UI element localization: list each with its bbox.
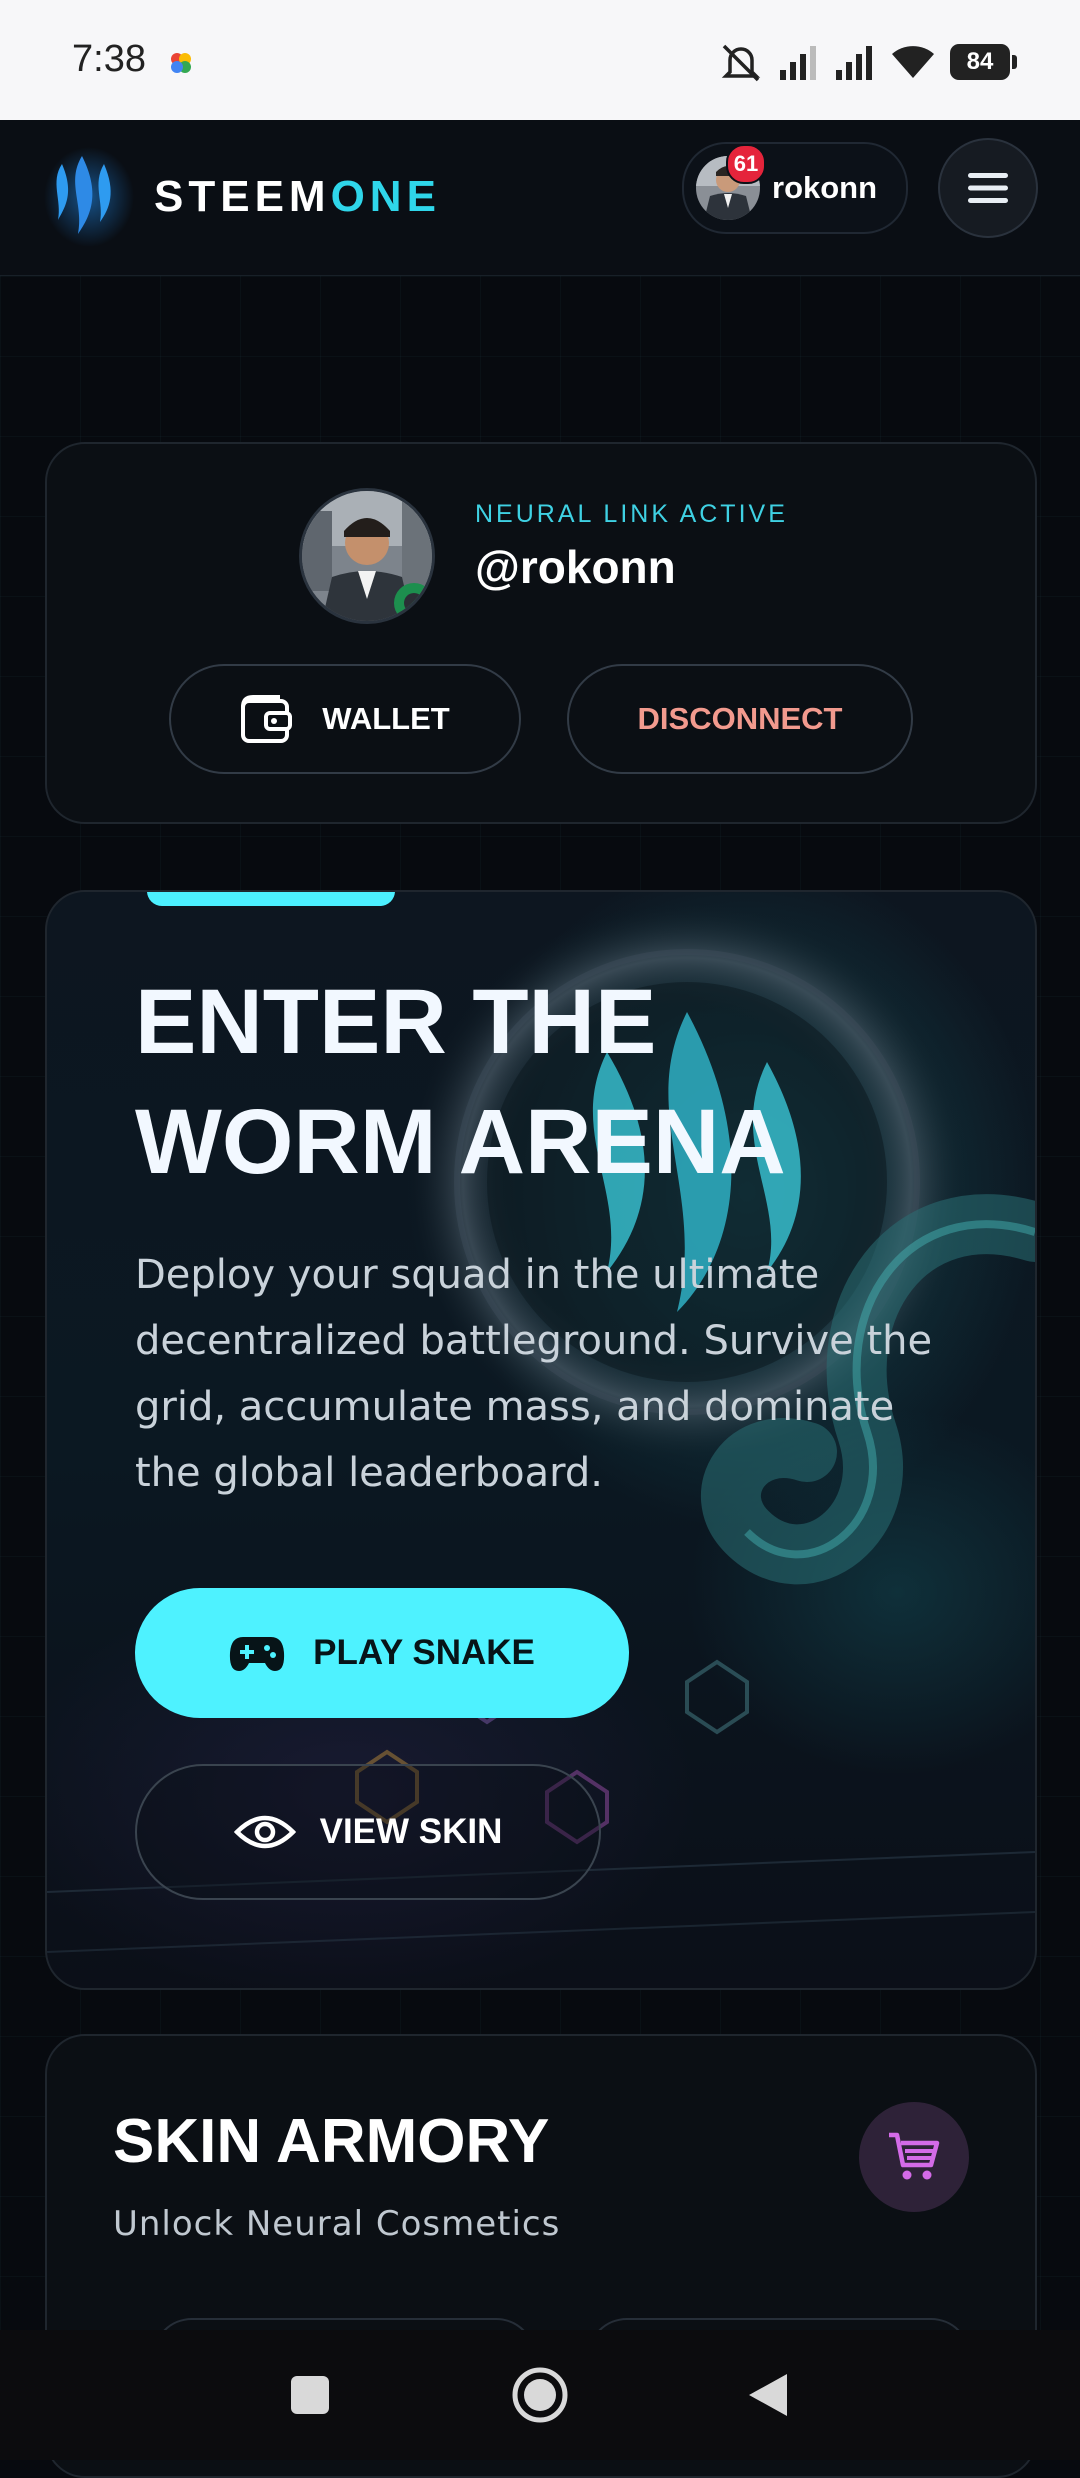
cart-button[interactable] xyxy=(859,2102,969,2212)
disconnect-button[interactable]: DISCONNECT xyxy=(567,664,913,774)
profile-avatar[interactable] xyxy=(299,488,435,624)
user-chip-name: rokonn xyxy=(772,170,878,205)
notification-badge: 61 xyxy=(726,144,766,184)
play-snake-label: PLAY SNAKE xyxy=(313,1633,535,1672)
brand-accent: ONE xyxy=(330,172,441,221)
profile-avatar-photo xyxy=(302,491,432,621)
clock: 7:38 xyxy=(72,38,146,80)
home-icon xyxy=(512,2367,568,2423)
brand-logo-link[interactable]: STEEMONE xyxy=(44,142,441,252)
profile-handle: @rokonn xyxy=(475,541,676,593)
wallet-button[interactable]: WALLET xyxy=(169,664,521,774)
hamburger-icon xyxy=(968,173,1008,203)
user-chip[interactable]: rokonn xyxy=(682,142,908,234)
eye-icon xyxy=(233,1815,296,1849)
recents-icon xyxy=(291,2376,329,2414)
hero-top-accent xyxy=(147,892,395,906)
system-navigation-bar xyxy=(0,2330,1080,2460)
hero-description: Deploy your squad in the ultimate decent… xyxy=(135,1252,933,1496)
back-button[interactable] xyxy=(728,2330,808,2460)
brand-name: STEEMONE xyxy=(154,172,441,222)
view-skin-label: VIEW SKIN xyxy=(319,1812,503,1851)
signal-icon xyxy=(780,46,816,80)
wallet-icon xyxy=(241,695,293,743)
back-icon xyxy=(749,2374,787,2416)
profile-card: NEURAL LINK ACTIVE @rokonn WALLET DISCON… xyxy=(45,442,1037,824)
battery-icon: 84 xyxy=(950,44,1017,80)
home-button[interactable] xyxy=(500,2330,580,2460)
menu-button[interactable] xyxy=(938,138,1038,238)
battery-level: 84 xyxy=(966,48,994,75)
mute-icon xyxy=(721,44,761,82)
hero-title: ENTER THE WORM ARENA xyxy=(135,971,786,1193)
wallet-label: WALLET xyxy=(322,701,450,736)
neural-link-status: NEURAL LINK ACTIVE xyxy=(475,500,788,528)
cart-icon xyxy=(889,2132,940,2180)
signal-icon xyxy=(836,46,872,80)
steem-logo-icon xyxy=(44,147,134,247)
brand-primary: STEEM xyxy=(154,172,331,221)
system-icons: 84 xyxy=(718,38,1017,86)
hero-card: ENTER THE WORM ARENA Deploy your squad i… xyxy=(45,890,1037,1990)
armory-subtitle: Unlock Neural Cosmetics xyxy=(113,2204,561,2244)
app-header: STEEMONE rokonn 61 xyxy=(0,120,1080,276)
photos-pinwheel-icon xyxy=(171,53,191,73)
play-snake-button[interactable]: PLAY SNAKE xyxy=(135,1588,629,1718)
disconnect-label: DISCONNECT xyxy=(637,701,843,736)
recents-button[interactable] xyxy=(270,2330,350,2460)
gamepad-icon xyxy=(230,1637,285,1671)
view-skin-button[interactable]: VIEW SKIN xyxy=(135,1764,601,1900)
wifi-icon xyxy=(892,46,934,78)
status-bar: 7:38 84 xyxy=(0,0,1080,120)
armory-title: SKIN ARMORY xyxy=(113,2107,550,2176)
